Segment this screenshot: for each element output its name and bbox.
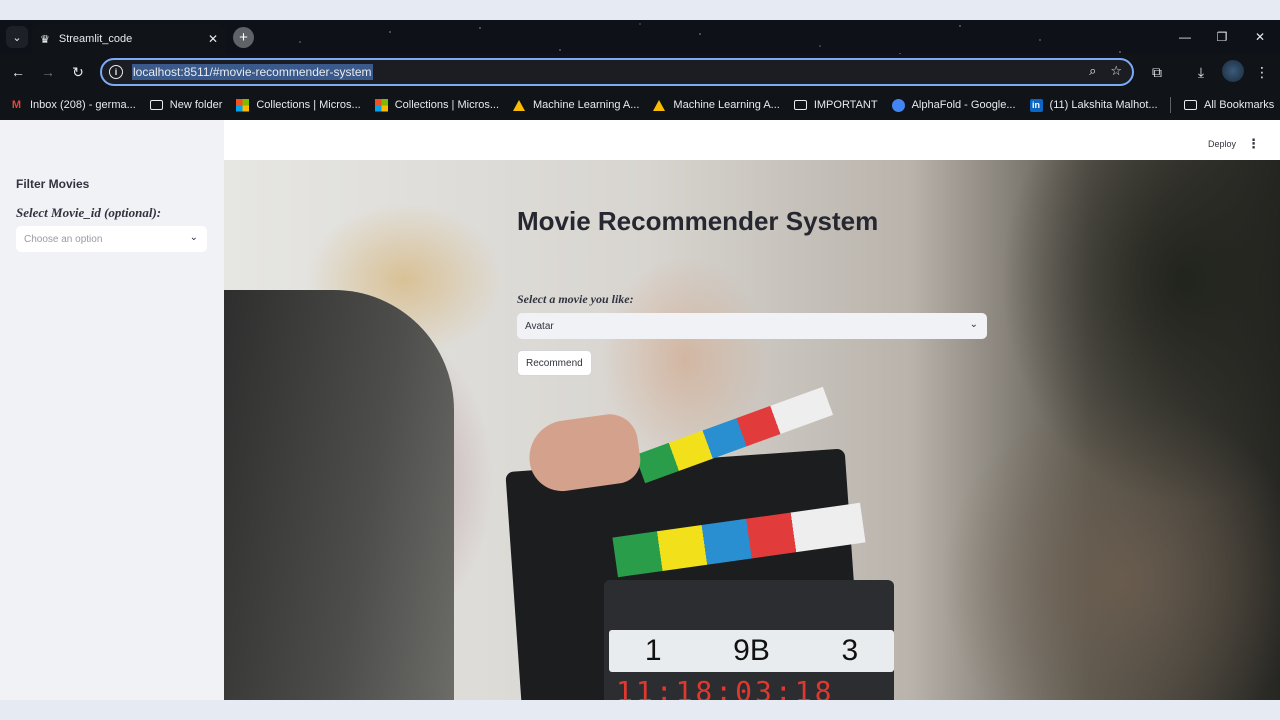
linkedin-icon: in — [1029, 98, 1043, 112]
slate-numbers: 1 9B 3 — [609, 630, 894, 672]
close-window-icon[interactable]: ✕ — [1241, 20, 1279, 54]
restore-window-icon[interactable]: ❐ — [1203, 20, 1241, 54]
bookmark-item[interactable]: Collections | Micros... — [374, 98, 499, 112]
bookmark-star-icon[interactable]: ☆ — [1110, 63, 1122, 79]
microsoft-icon — [374, 98, 388, 112]
browser-menu-icon[interactable]: ⋮ — [1252, 62, 1272, 82]
movie-id-select[interactable]: Choose an option ⌄ — [16, 226, 207, 252]
streamlit-app: Filter Movies Select Movie_id (optional)… — [0, 120, 1280, 700]
movie-id-label: Select Movie_id (optional): — [16, 205, 162, 220]
slate-scene: 1 — [644, 634, 662, 667]
download-icon[interactable]: ⤓ — [1191, 62, 1211, 82]
gmail-icon: M — [11, 99, 22, 111]
slate-take: 3 — [841, 634, 859, 667]
url-text[interactable]: localhost:8511/#movie-recommender-system — [132, 64, 373, 80]
reload-icon[interactable]: ↻ — [68, 62, 88, 82]
drive-icon — [513, 99, 526, 111]
movie-id-placeholder: Choose an option — [24, 233, 103, 245]
tab-title: Streamlit_code — [58, 33, 133, 45]
background-image: 1 9B 3 11:18:03:18 — [224, 160, 1280, 700]
microsoft-icon — [236, 98, 250, 112]
movie-select-label: Select a movie you like: — [517, 292, 634, 306]
bookmark-item[interactable]: M Inbox (208) - germa... — [10, 99, 136, 112]
tab-search-icon[interactable]: ⌄ — [6, 26, 28, 48]
movie-select[interactable]: Avatar ⌄ — [517, 313, 987, 339]
deploy-button[interactable]: Deploy — [1208, 139, 1236, 149]
alphafold-icon — [891, 98, 905, 112]
new-tab-button[interactable]: + — [233, 27, 254, 48]
extensions-icon[interactable]: ⧉ — [1147, 62, 1167, 82]
profile-avatar-icon[interactable] — [1220, 58, 1246, 84]
sidebar-heading: Filter Movies — [16, 177, 90, 191]
sweater-arm — [224, 290, 454, 700]
bookmark-item[interactable]: IMPORTANT — [793, 99, 878, 111]
chevron-down-icon: ⌄ — [189, 232, 198, 243]
bookmarks-bar: M Inbox (208) - germa... New folder Colle… — [0, 90, 1280, 120]
minimize-window-icon[interactable]: — — [1166, 20, 1204, 54]
movie-select-value: Avatar — [525, 320, 554, 332]
chevron-down-icon: ⌄ — [969, 319, 978, 330]
drive-icon — [653, 99, 666, 111]
slate-shot: 9B — [733, 634, 770, 667]
streamlit-favicon-icon: ♛ — [40, 33, 50, 46]
tab-strip: ⌄ ♛ Streamlit_code ✕ + — ❐ ✕ — [0, 20, 1280, 54]
close-tab-icon[interactable]: ✕ — [208, 32, 218, 46]
bookmark-item[interactable]: AlphaFold - Google... — [891, 98, 1016, 112]
bookmark-item[interactable]: Machine Learning A... — [513, 99, 639, 111]
bookmark-item[interactable]: Machine Learning A... — [653, 99, 780, 111]
browser-chrome: ⌄ ♛ Streamlit_code ✕ + — ❐ ✕ ← → ↻ i loc… — [0, 20, 1280, 120]
zoom-icon[interactable]: ⌕ — [1089, 63, 1096, 79]
recommend-button[interactable]: Recommend — [517, 350, 592, 376]
app-header: Deploy ⋮ — [224, 120, 1280, 160]
forward-icon[interactable]: → — [38, 62, 58, 82]
all-bookmarks-button[interactable]: All Bookmarks — [1184, 90, 1274, 120]
bookmarks-divider — [1170, 97, 1171, 113]
sidebar: Filter Movies Select Movie_id (optional)… — [0, 120, 224, 700]
main-menu-icon[interactable]: ⋮ — [1247, 136, 1260, 152]
browser-tab[interactable]: ♛ Streamlit_code ✕ — [32, 24, 226, 54]
folder-icon — [1184, 100, 1197, 110]
site-info-icon[interactable]: i — [109, 65, 123, 79]
address-bar[interactable]: i localhost:8511/#movie-recommender-syst… — [100, 58, 1134, 86]
folder-icon — [149, 100, 163, 110]
folder-icon — [793, 100, 807, 110]
page-title: Movie Recommender System — [517, 206, 879, 236]
bookmark-item[interactable]: in (11) Lakshita Malhot... — [1029, 98, 1158, 112]
browser-toolbar: ← → ↻ i localhost:8511/#movie-recommende… — [0, 54, 1280, 90]
bookmark-item[interactable]: Collections | Micros... — [236, 98, 361, 112]
slate-timecode: 11:18:03:18 — [616, 675, 835, 700]
bookmark-item[interactable]: New folder — [149, 99, 222, 111]
back-icon[interactable]: ← — [8, 62, 28, 82]
